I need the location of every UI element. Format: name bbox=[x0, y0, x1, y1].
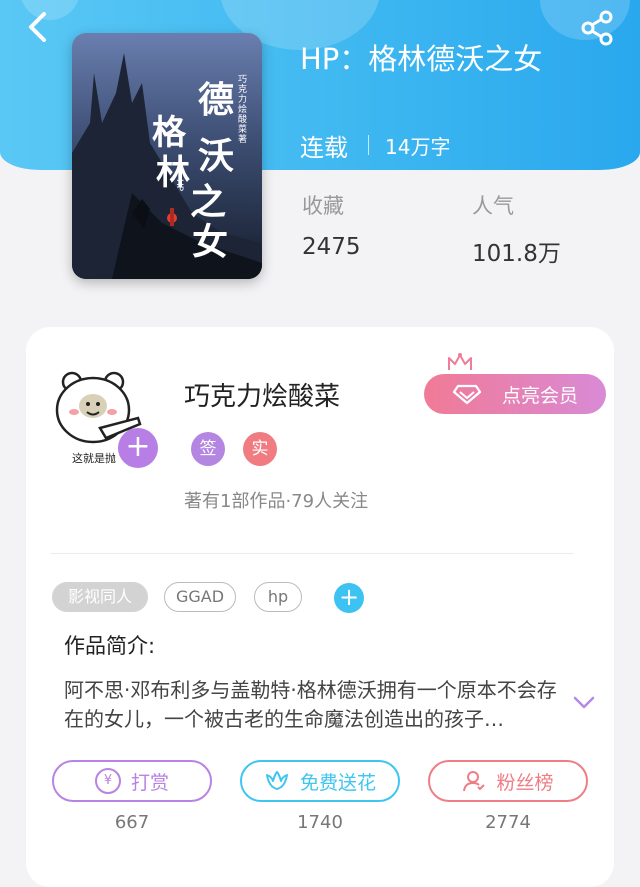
tag-hp[interactable]: hp bbox=[254, 582, 302, 612]
section-divider bbox=[50, 553, 574, 554]
cover-author-line: 巧克力烩酸菜 著 bbox=[238, 75, 248, 145]
popularity-stat: 人气 101.8万 bbox=[472, 190, 561, 268]
intro-text: 阿不思·邓布利多与盖勒特·格林德沃拥有一个原本不会存在的女儿，一个被古老的生命魔… bbox=[64, 678, 557, 731]
tip-count: 667 bbox=[114, 812, 150, 833]
signed-badge: 签 bbox=[191, 432, 225, 466]
flower-icon bbox=[265, 771, 288, 790]
fan-count: 2774 bbox=[485, 812, 531, 833]
book-cover[interactable]: 德 格 沃 林 之 女 巧克力烩酸菜 著 HP bbox=[72, 33, 262, 279]
book-title: HP：格林德沃之女 bbox=[300, 42, 543, 76]
avatar-caption: 这就是抛 bbox=[72, 452, 116, 465]
add-tag-button[interactable]: + bbox=[334, 583, 364, 613]
intro-heading: 作品简介: bbox=[64, 634, 156, 658]
flower-count: 1740 bbox=[297, 812, 343, 833]
fan-ranking-label: 粉丝榜 bbox=[496, 771, 554, 794]
yen-coin-icon: ¥ bbox=[94, 768, 121, 794]
follow-author-button[interactable]: + bbox=[118, 428, 158, 468]
word-count: 14万字 bbox=[385, 134, 451, 159]
chevron-down-icon[interactable] bbox=[572, 694, 596, 710]
vip-button-label: 点亮会员 bbox=[501, 384, 578, 407]
popularity-label: 人气 bbox=[472, 194, 514, 218]
cover-title-glyph: 德 bbox=[198, 79, 235, 121]
serialization-status: 连载 bbox=[300, 133, 348, 162]
book-meta-row: 连载 14万字 bbox=[300, 130, 451, 162]
meta-divider bbox=[368, 135, 369, 155]
diamond-icon bbox=[452, 384, 482, 405]
send-flower-button[interactable]: 免费送花 bbox=[240, 760, 400, 802]
tag-fanfiction[interactable]: 影视同人 bbox=[52, 582, 148, 612]
vip-membership-button[interactable]: 点亮会员 bbox=[424, 374, 606, 414]
crown-icon bbox=[448, 353, 472, 370]
cover-title-glyph: 林 bbox=[156, 153, 190, 193]
favorites-value: 2475 bbox=[302, 234, 361, 260]
fan-ranking-button[interactable]: 粉丝榜 bbox=[428, 760, 588, 802]
tag-ggad[interactable]: GGAD bbox=[164, 582, 236, 612]
favorites-label: 收藏 bbox=[302, 194, 344, 218]
favorites-stat: 收藏 2475 bbox=[302, 190, 361, 260]
cover-hp-mark: HP bbox=[174, 179, 184, 192]
tip-label: 打赏 bbox=[130, 771, 169, 794]
verified-badge: 实 bbox=[243, 432, 277, 466]
cover-title-glyph: 沃 bbox=[198, 135, 235, 177]
author-name[interactable]: 巧克力烩酸菜 bbox=[184, 376, 340, 413]
author-summary: 著有1部作品·79人关注 bbox=[184, 491, 369, 512]
back-button[interactable] bbox=[18, 8, 58, 48]
send-flower-label: 免费送花 bbox=[299, 771, 376, 794]
popularity-value: 101.8万 bbox=[472, 241, 561, 267]
tip-button[interactable]: ¥ 打赏 bbox=[52, 760, 212, 802]
cover-title-glyph: 女 bbox=[192, 221, 229, 263]
fan-user-icon bbox=[463, 771, 486, 792]
back-arrow-icon bbox=[29, 12, 46, 42]
